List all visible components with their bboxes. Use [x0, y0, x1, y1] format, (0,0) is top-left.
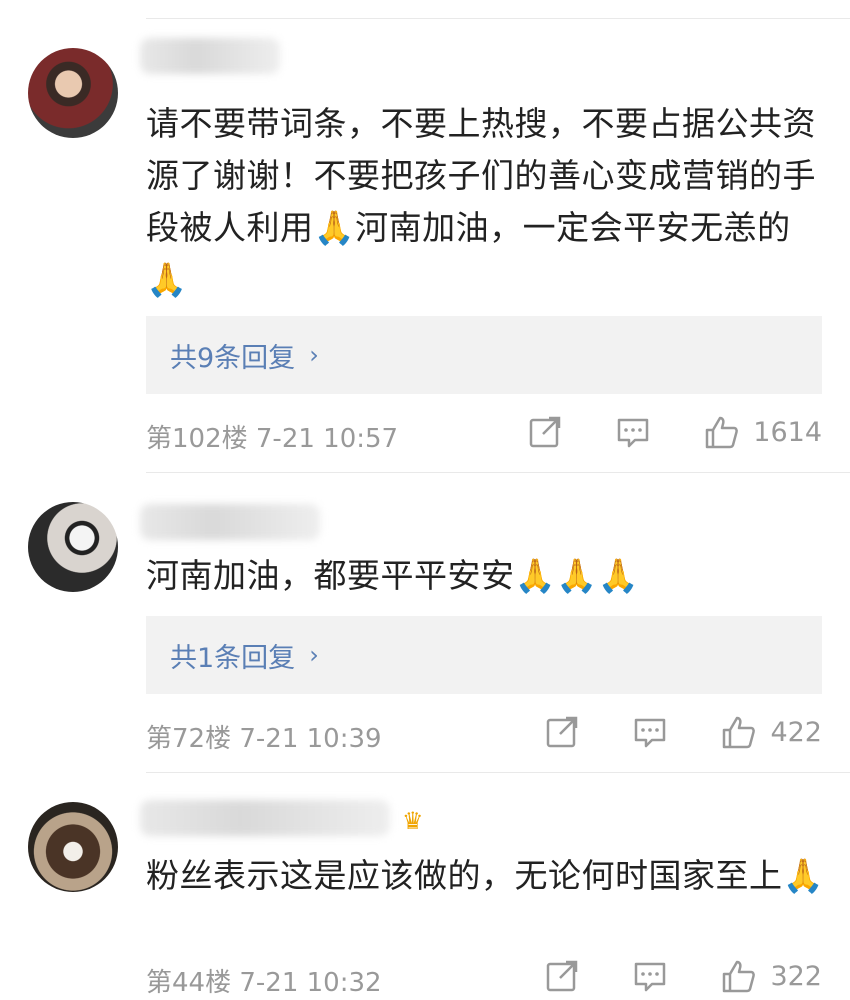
- comment-actions: 322: [544, 958, 822, 994]
- comment-divider: [146, 772, 850, 773]
- chevron-right-icon: ›: [309, 641, 319, 669]
- comment-actions: 422: [544, 714, 822, 750]
- comment-text: 河南加油，都要平平安安🙏🙏🙏: [146, 556, 640, 595]
- share-icon[interactable]: [527, 414, 563, 450]
- share-icon[interactable]: [544, 958, 580, 994]
- like-count: 422: [770, 716, 822, 748]
- comment-actions: 1614: [527, 414, 822, 450]
- comment-icon[interactable]: [632, 714, 668, 750]
- comment-text: 粉丝表示这是应该做的，无论何时国家至上🙏: [146, 856, 825, 895]
- comment-icon[interactable]: [632, 958, 668, 994]
- thumbs-up-icon: [723, 716, 756, 749]
- avatar[interactable]: [28, 502, 118, 592]
- comment-divider: [146, 472, 850, 473]
- avatar[interactable]: [28, 48, 118, 138]
- reply-count-button[interactable]: 共1条回复 ›: [146, 616, 822, 694]
- reply-count-button[interactable]: 共9条回复 ›: [146, 316, 822, 394]
- floor-time: 第44楼 7-21 10:32: [146, 968, 382, 998]
- top-divider: [146, 18, 850, 19]
- thumbs-up-icon: [706, 416, 739, 449]
- floor-time: 第72楼 7-21 10:39: [146, 724, 382, 754]
- avatar[interactable]: [28, 802, 118, 892]
- username-blurred[interactable]: [140, 38, 280, 74]
- reply-count-label: 共9条回复: [170, 342, 296, 374]
- like-button[interactable]: 1614: [703, 414, 822, 450]
- like-button[interactable]: 422: [720, 714, 822, 750]
- like-count: 322: [770, 960, 822, 992]
- comment-icon[interactable]: [615, 414, 651, 450]
- share-icon[interactable]: [544, 714, 580, 750]
- reply-count-label: 共1条回复: [170, 642, 296, 674]
- like-button[interactable]: 322: [720, 958, 822, 994]
- username-blurred[interactable]: [140, 504, 320, 540]
- like-count: 1614: [753, 416, 822, 448]
- crown-badge-icon: ♛: [402, 807, 424, 835]
- username-blurred[interactable]: [140, 800, 390, 836]
- comment-text: 请不要带词条，不要上热搜，不要占据公共资源了谢谢！不要把孩子们的善心变成营销的手…: [146, 104, 816, 299]
- thumbs-up-icon: [723, 960, 756, 993]
- floor-time: 第102楼 7-21 10:57: [146, 424, 399, 454]
- chevron-right-icon: ›: [309, 341, 319, 369]
